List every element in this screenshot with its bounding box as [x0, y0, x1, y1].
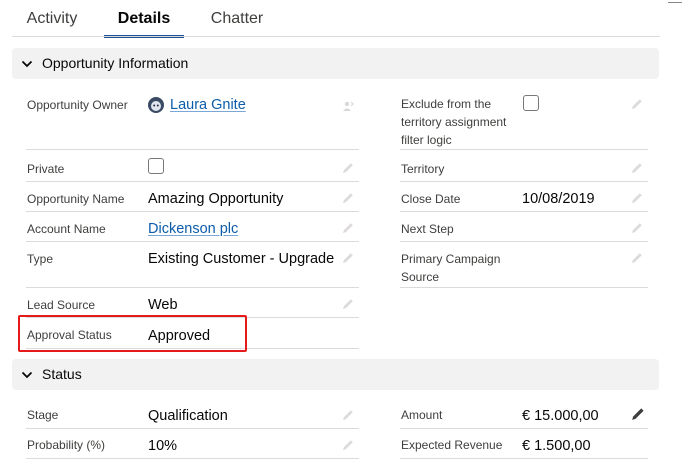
field-primary-campaign-source: Primary Campaign Source	[400, 242, 648, 288]
field-private: Private	[26, 150, 359, 182]
record-tabs: Activity Details Chatter	[0, 0, 682, 38]
approval-status-value: Approved	[148, 328, 211, 344]
stage-value: Qualification	[148, 408, 228, 424]
edit-pencil-icon[interactable]	[631, 192, 643, 204]
account-link[interactable]: Dickenson plc	[148, 220, 238, 238]
field-label: Territory	[401, 162, 445, 176]
section-title: Opportunity Information	[42, 55, 189, 71]
user-avatar-icon	[148, 97, 164, 113]
field-label: Stage	[27, 408, 59, 422]
tab-details[interactable]: Details	[104, 0, 184, 38]
section-title: Status	[42, 366, 82, 382]
change-owner-icon[interactable]	[342, 100, 354, 112]
opportunity-name-value: Amazing Opportunity	[148, 191, 284, 207]
edit-pencil-icon[interactable]	[342, 409, 354, 421]
field-label: Next Step	[401, 222, 454, 236]
field-approval-status: Approval Status Approved	[26, 318, 359, 349]
edit-pencil-icon[interactable]	[342, 439, 354, 451]
edit-pencil-icon[interactable]	[631, 222, 643, 234]
window-edge-line	[668, 2, 682, 3]
field-label: Approval Status	[27, 328, 112, 342]
field-label: Lead Source	[27, 298, 96, 312]
edit-pencil-icon[interactable]	[342, 252, 354, 264]
field-exclude-territory: Exclude from the territory assignment fi…	[400, 92, 648, 150]
field-territory: Territory	[400, 150, 648, 182]
edit-pencil-icon[interactable]	[631, 252, 643, 264]
field-label: Probability (%)	[27, 438, 106, 452]
edit-pencil-icon[interactable]	[342, 192, 354, 204]
chevron-down-icon	[21, 371, 33, 379]
expected-revenue-value: € 1.500,00	[522, 438, 591, 454]
field-label: Private	[27, 162, 65, 176]
field-label: Type	[27, 252, 54, 266]
field-label: Opportunity Owner	[27, 98, 128, 112]
tab-activity[interactable]: Activity	[26, 0, 78, 37]
field-amount: Amount € 15.000,00	[400, 399, 648, 429]
edit-pencil-icon[interactable]	[631, 162, 643, 174]
field-label: Account Name	[27, 222, 106, 236]
edit-pencil-icon[interactable]	[631, 98, 643, 110]
lead-source-value: Web	[148, 297, 178, 313]
field-type: Type Existing Customer - Upgrade	[26, 242, 359, 288]
field-label: Opportunity Name	[27, 192, 125, 206]
field-account-name: Account Name Dickenson plc	[26, 212, 359, 242]
field-lead-source: Lead Source Web	[26, 288, 359, 318]
private-checkbox[interactable]	[148, 158, 164, 174]
edit-pencil-icon[interactable]	[342, 298, 354, 310]
field-label: Expected Revenue	[401, 438, 503, 452]
section-header-opportunity-information[interactable]: Opportunity Information	[12, 48, 659, 79]
field-label: Primary Campaign Source	[401, 252, 501, 284]
field-label: Amount	[401, 408, 443, 422]
tab-chatter[interactable]: Chatter	[210, 0, 264, 37]
field-expected-revenue: Expected Revenue € 1.500,00	[400, 429, 648, 459]
owner-link[interactable]: Laura Gnite	[170, 96, 246, 114]
field-probability: Probability (%) 10%	[26, 429, 359, 459]
chevron-down-icon	[21, 60, 33, 68]
section-header-status[interactable]: Status	[12, 359, 659, 390]
amount-value: € 15.000,00	[522, 408, 599, 424]
field-opportunity-name: Opportunity Name Amazing Opportunity	[26, 182, 359, 212]
close-date-value: 10/08/2019	[522, 191, 595, 207]
field-next-step: Next Step	[400, 212, 648, 242]
type-value: Existing Customer - Upgrade	[148, 251, 335, 267]
edit-pencil-icon[interactable]	[631, 407, 645, 421]
probability-value: 10%	[148, 438, 178, 454]
field-label: Exclude from the territory assignment fi…	[401, 97, 507, 147]
field-close-date: Close Date 10/08/2019	[400, 182, 648, 212]
field-label: Close Date	[401, 192, 461, 206]
exclude-territory-checkbox[interactable]	[523, 95, 539, 111]
field-opportunity-owner: Opportunity Owner Laura Gnite	[26, 92, 359, 150]
tabs-divider	[12, 36, 660, 37]
edit-pencil-icon[interactable]	[342, 222, 354, 234]
edit-pencil-icon[interactable]	[342, 162, 354, 174]
field-stage: Stage Qualification	[26, 399, 359, 429]
